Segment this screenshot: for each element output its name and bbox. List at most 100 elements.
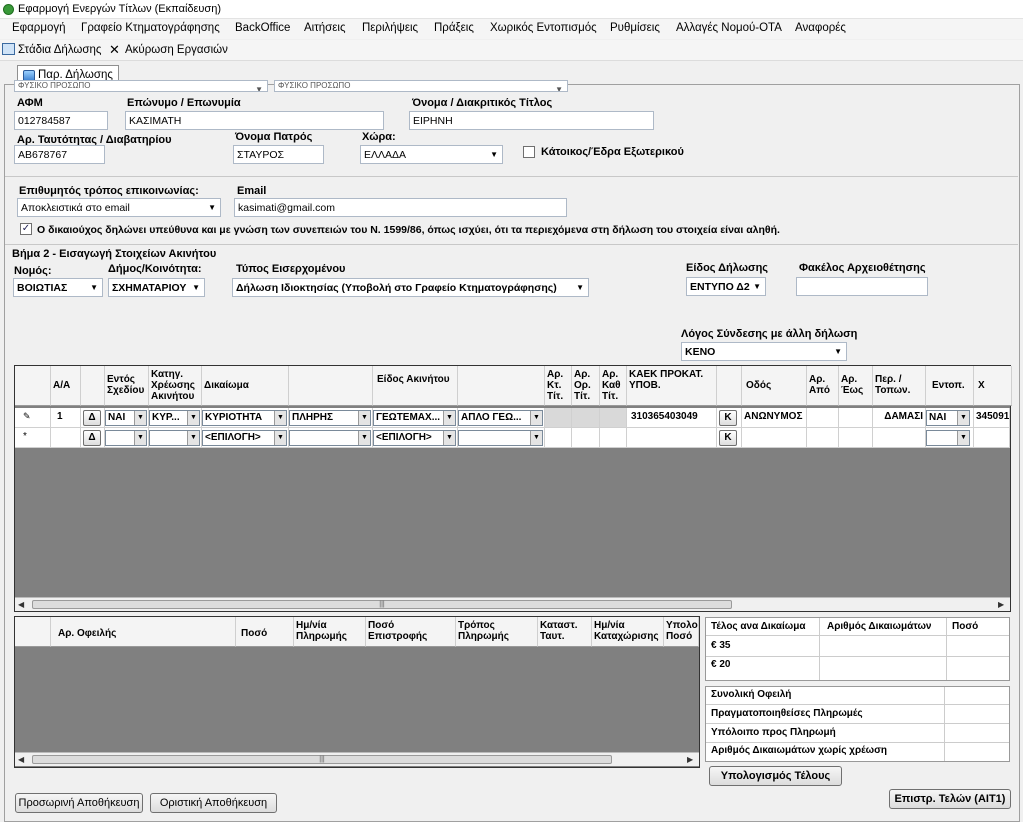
row-aplo-cell: ΑΠΛΟ ΓΕΩ... xyxy=(458,408,545,428)
fee-return-button[interactable]: Επιστρ. Τελών (ΑΙΤ1) xyxy=(889,789,1011,809)
declaration-checkbox[interactable]: ✓ xyxy=(20,223,32,235)
row-per[interactable]: ΔΑΜΑΣΙ xyxy=(873,408,926,428)
menu-item-requests[interactable]: Αιτήσεις xyxy=(304,22,346,34)
new-row-entop-cell xyxy=(926,428,974,448)
horizontal-scrollbar[interactable]: ◀ ||| ▶ xyxy=(15,597,1010,611)
cancel-tasks-button[interactable]: Ακύρωση Εργασιών xyxy=(125,44,228,56)
new-row-kt[interactable] xyxy=(545,428,572,448)
plires-select[interactable]: ΠΛΗΡΗΣ xyxy=(289,410,371,426)
scroll-left-icon[interactable]: ◀ xyxy=(18,755,24,764)
grid2-header-remaining: Υπολοιπ. Ποσό xyxy=(664,617,699,647)
table-row-new[interactable]: * Δ <ΕΠΙΛΟΓΗ> <ΕΠΙΛΟΓΗ> Κ xyxy=(15,428,1010,448)
aplo-select[interactable] xyxy=(458,430,543,446)
menu-item-ota-changes[interactable]: Αλλαγές Νομού-ΟΤΑ xyxy=(676,22,782,34)
nomos-select[interactable]: ΒΟΙΩΤΙΑΣ xyxy=(13,278,103,297)
new-row-odos[interactable] xyxy=(742,428,807,448)
new-row-delta-cell: Δ xyxy=(81,428,105,448)
menu-item-settings[interactable]: Ρυθμίσεις xyxy=(610,22,660,34)
k-button[interactable]: Κ xyxy=(719,410,737,426)
afm-field[interactable]: 012784587 xyxy=(14,111,108,130)
menu-item-summaries[interactable]: Περιλήψεις xyxy=(362,22,418,34)
table-row[interactable]: ✎ 1 Δ ΝΑΙ ΚΥΡ... ΚΥΡΙΟΤΗΤΑ ΠΛΗΡΗΣ ΓΕΩΤΕΜ… xyxy=(15,408,1010,428)
final-save-button[interactable]: Οριστική Αποθήκευση xyxy=(150,793,277,813)
scroll-right-icon[interactable]: ▶ xyxy=(687,755,693,764)
katig-select[interactable]: ΚΥΡ... xyxy=(149,410,200,426)
entos-select[interactable]: ΝΑΙ xyxy=(105,410,147,426)
name-label: Όνομα / Διακριτικός Τίτλος xyxy=(412,97,553,109)
menu-item-acts[interactable]: Πράξεις xyxy=(434,22,474,34)
link-reason-select[interactable]: ΚΕΝΟ xyxy=(681,342,847,361)
new-row-per[interactable] xyxy=(873,428,926,448)
menu-bar: Εφαρμογή Γραφείο Κτηματογράφησης BackOff… xyxy=(0,19,1023,39)
scroll-right-icon[interactable]: ▶ xyxy=(998,600,1004,609)
delta-button[interactable]: Δ xyxy=(83,410,101,426)
new-row-or[interactable] xyxy=(572,428,600,448)
payments-made-label: Πραγματοποιηθείσες Πληρωμές xyxy=(711,708,863,719)
row-x[interactable]: 345091 xyxy=(974,408,1010,428)
declaration-label: Ο δικαιούχος δηλώνει υπεύθυνα και με γνώ… xyxy=(37,224,780,236)
dikaioma-select[interactable]: ΚΥΡΙΟΤΗΤΑ xyxy=(202,410,287,426)
entity-type-combo[interactable]: ΦΥΣΙΚΟ ΠΡΟΣΩΠΟ xyxy=(14,80,268,92)
katig-select[interactable] xyxy=(149,430,200,446)
fee-row-35: € 35 xyxy=(711,640,731,651)
horizontal-scrollbar[interactable]: ◀ ||| ▶ xyxy=(15,752,699,766)
entity-type-combo-2[interactable]: ΦΥΣΙΚΟ ΠΡΟΣΩΠΟ xyxy=(274,80,568,92)
new-row-eos[interactable] xyxy=(839,428,873,448)
declaration-kind-select[interactable]: ΕΝΤΥΠΟ Δ2 xyxy=(686,277,766,296)
new-row-apo[interactable] xyxy=(807,428,839,448)
father-field[interactable]: ΣΤΑΥΡΟΣ xyxy=(233,145,324,164)
menu-item-reports[interactable]: Αναφορές xyxy=(795,22,846,34)
menu-item-application[interactable]: Εφαρμογή xyxy=(12,22,66,34)
property-grid: Α/Α Εντός Σχεδίου Κατηγ. Χρέωσης Ακινήτο… xyxy=(14,365,1012,612)
scroll-thumb[interactable]: ||| xyxy=(32,600,732,609)
surname-field[interactable]: ΚΑΣΙΜΑΤΗ xyxy=(125,111,384,130)
toolbar: Στάδια Δήλωσης ✕ Ακύρωση Εργασιών xyxy=(0,40,1023,61)
k-button[interactable]: Κ xyxy=(719,430,737,446)
nomos-label: Νομός: xyxy=(14,265,52,277)
temp-save-button[interactable]: Προσωρινή Αποθήκευση xyxy=(15,793,143,813)
new-row-kaek[interactable] xyxy=(627,428,717,448)
aplo-select[interactable]: ΑΠΛΟ ΓΕΩ... xyxy=(458,410,543,426)
entos-select[interactable] xyxy=(105,430,147,446)
scroll-thumb[interactable]: ||| xyxy=(32,755,612,764)
menu-item-spatial[interactable]: Χωρικός Εντοπισμός xyxy=(490,22,597,34)
calculate-fee-button[interactable]: Υπολογισμός Τέλους xyxy=(709,766,842,786)
plires-select[interactable] xyxy=(289,430,371,446)
book-icon xyxy=(2,43,15,55)
menu-item-backoffice[interactable]: BackOffice xyxy=(235,22,290,34)
row-kaek[interactable]: 310365403049 xyxy=(627,408,717,428)
contact-method-select[interactable]: Αποκλειστικά στο email xyxy=(17,198,221,217)
new-row-x[interactable] xyxy=(974,428,1010,448)
grid2-header-method: Τρόπος Πληρωμής xyxy=(456,617,538,647)
row-odos[interactable]: ΑΝΩΝΥΜΟΣ xyxy=(742,408,807,428)
row-eos[interactable] xyxy=(839,408,873,428)
grid-header-apo: Αρ. Από xyxy=(807,366,839,406)
eidos-select[interactable]: ΓΕΩΤΕΜΑΧ... xyxy=(373,410,456,426)
name-field[interactable]: ΕΙΡΗΝΗ xyxy=(409,111,654,130)
dimos-select[interactable]: ΣΧΗΜΑΤΑΡΙΟΥ xyxy=(108,278,205,297)
stages-button[interactable]: Στάδια Δήλωσης xyxy=(18,44,101,56)
folder-field[interactable] xyxy=(796,277,928,296)
entop-select[interactable] xyxy=(926,430,970,446)
eidos-select[interactable]: <ΕΠΙΛΟΓΗ> xyxy=(373,430,456,446)
entop-select[interactable]: ΝΑΙ xyxy=(926,410,970,426)
grid-line xyxy=(706,656,1009,657)
incoming-type-select[interactable]: Δήλωση Ιδιοκτησίας (Υποβολή στο Γραφείο … xyxy=(232,278,589,297)
email-field[interactable]: kasimati@gmail.com xyxy=(234,198,567,217)
new-row-k-cell: Κ xyxy=(717,428,742,448)
menu-item-cadastre-office[interactable]: Γραφείο Κτηματογράφησης xyxy=(81,22,220,34)
dikaioma-select[interactable]: <ΕΠΙΛΟΓΗ> xyxy=(202,430,287,446)
grid-header-blank-3 xyxy=(289,366,373,406)
grid-header-katig: Κατηγ. Χρέωσης Ακινήτου xyxy=(149,366,202,406)
total-debt-label: Συνολική Οφειλή xyxy=(711,689,792,700)
new-row-eidos-cell: <ΕΠΙΛΟΓΗ> xyxy=(373,428,458,448)
scroll-left-icon[interactable]: ◀ xyxy=(18,600,24,609)
new-row-kath[interactable] xyxy=(600,428,627,448)
divider-2 xyxy=(5,244,1018,245)
abroad-checkbox[interactable] xyxy=(523,146,535,158)
country-select[interactable]: ΕΛΛΑΔΑ xyxy=(360,145,503,164)
delta-button[interactable]: Δ xyxy=(83,430,101,446)
id-field[interactable]: ΑΒ678767 xyxy=(14,145,105,164)
afm-label: ΑΦΜ xyxy=(17,97,43,109)
row-apo[interactable] xyxy=(807,408,839,428)
